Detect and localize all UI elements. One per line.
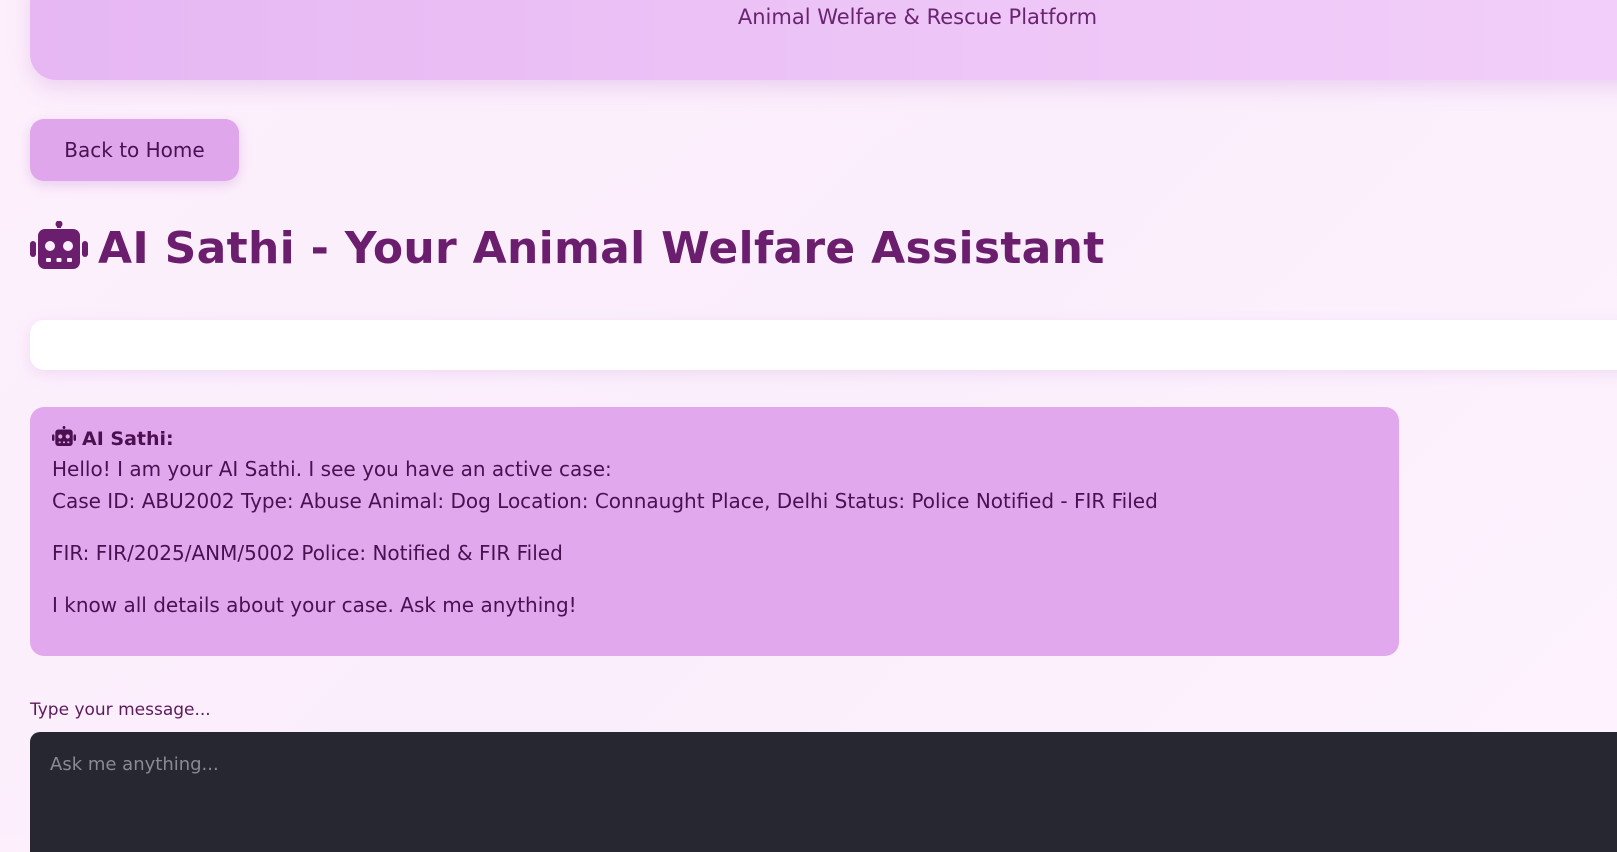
message-line: Case ID: ABU2002 Type: Abuse Animal: Dog… — [52, 489, 1158, 513]
page-title: AI Sathi - Your Animal Welfare Assistant — [30, 218, 1105, 278]
robot-icon — [30, 220, 88, 275]
message-sender: AI Sathi: — [52, 425, 1377, 453]
back-to-home-button[interactable]: Back to Home — [30, 119, 239, 181]
message-sender-name: AI Sathi: — [82, 428, 174, 450]
message-line: Hello! I am your AI Sathi. I see you hav… — [52, 457, 612, 481]
assistant-message: AI Sathi: Hello! I am your AI Sathi. I s… — [30, 407, 1399, 656]
message-line: FIR: FIR/2025/ANM/5002 Police: Notified … — [52, 541, 563, 565]
message-line: I know all details about your case. Ask … — [52, 593, 577, 617]
message-input-label: Type your message... — [30, 700, 211, 720]
header-banner: Animal Welfare & Rescue Platform — [30, 0, 1617, 80]
robot-icon — [52, 425, 76, 452]
header-subtitle: Animal Welfare & Rescue Platform — [737, 5, 1098, 29]
chat-history-bar — [30, 320, 1617, 370]
page-title-text: AI Sathi - Your Animal Welfare Assistant — [98, 222, 1105, 274]
message-input[interactable] — [30, 732, 1617, 852]
